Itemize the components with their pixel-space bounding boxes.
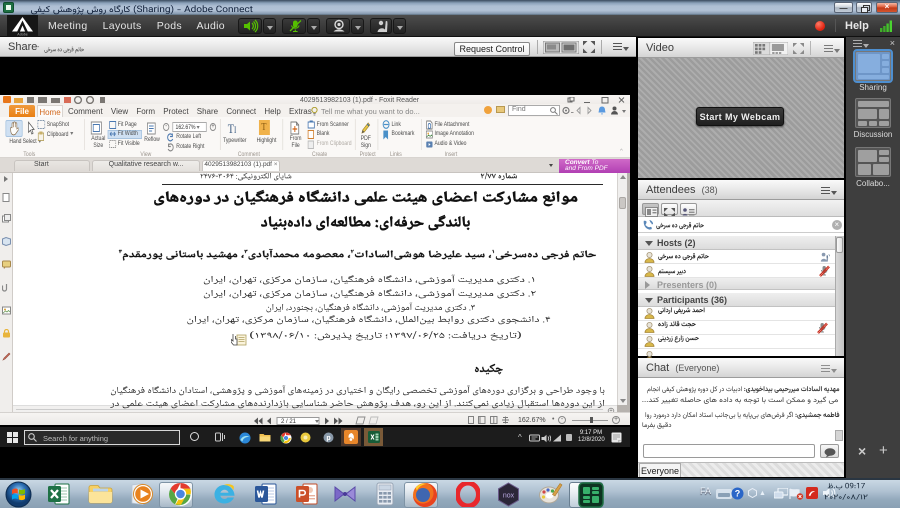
svg-text:p: p	[326, 435, 330, 442]
svg-text:?: ?	[735, 489, 741, 499]
svg-text:nox: nox	[503, 493, 515, 500]
svg-text:2 / 21: 2 / 21	[281, 419, 297, 425]
svg-text:Adobe: Adobe	[17, 33, 27, 37]
